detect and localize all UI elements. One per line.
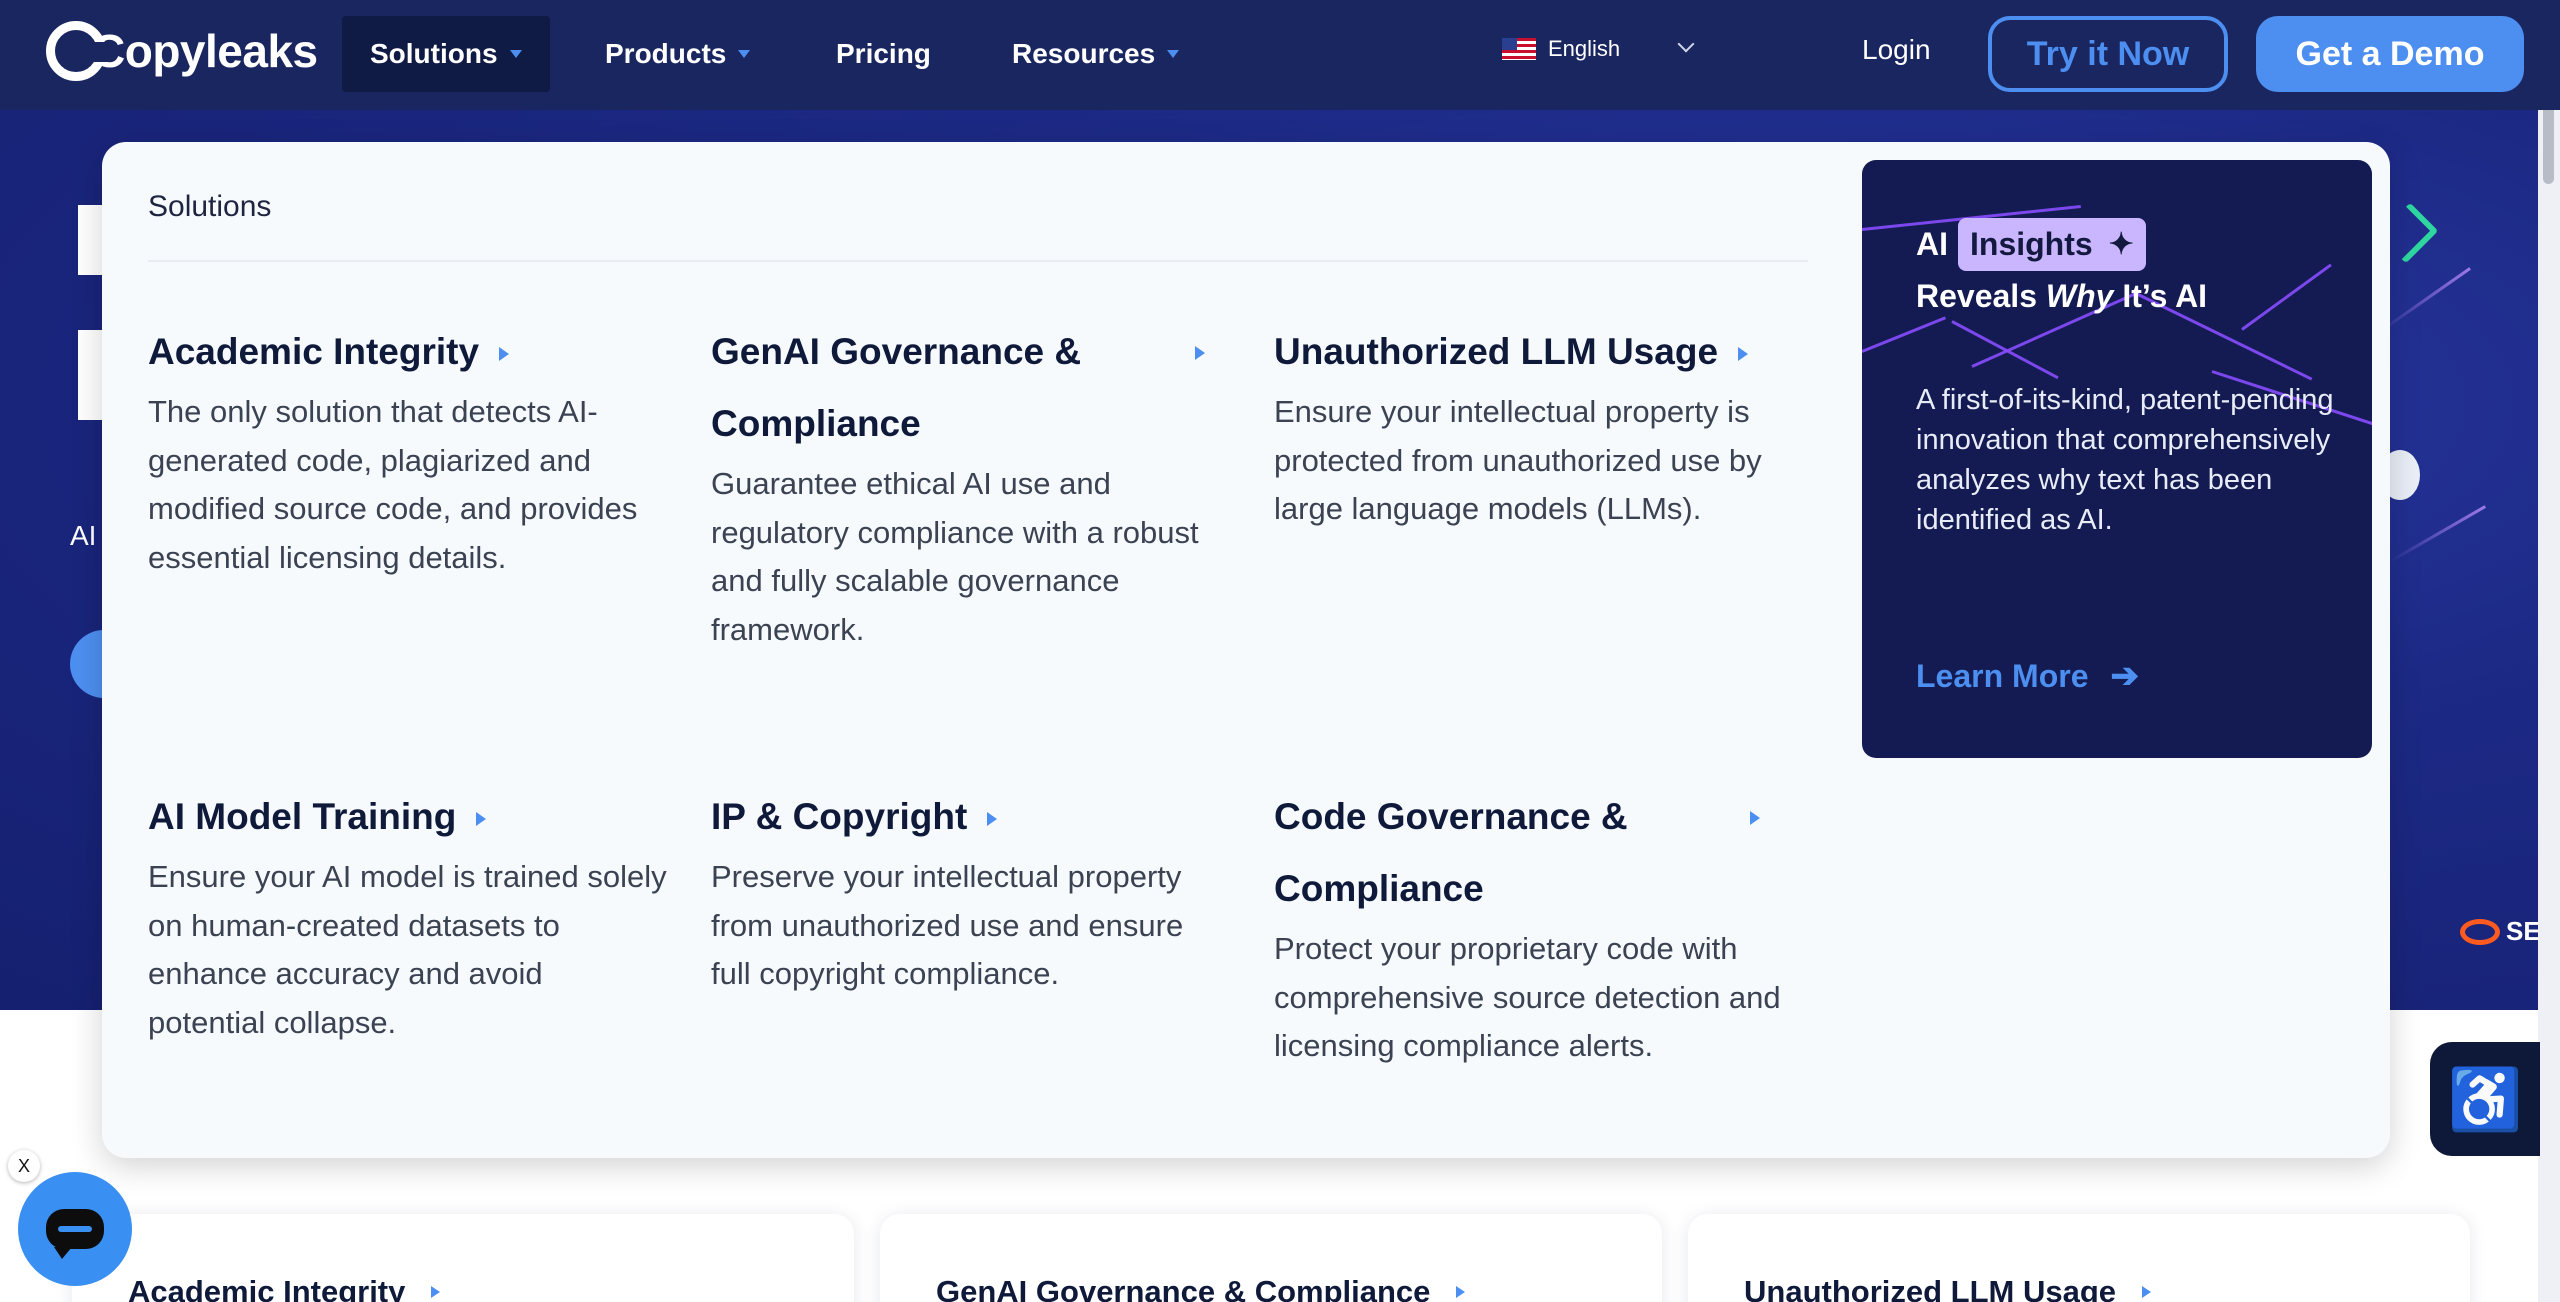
promo-description: A first-of-its-kind, patent-pending inno… — [1916, 384, 2334, 536]
menu-item-description: The only solution that detects AI-genera… — [148, 394, 638, 575]
menu-item-description: Ensure your AI model is trained solely o… — [148, 859, 667, 1040]
card-title: GenAI Governance & Compliance — [936, 1274, 1431, 1302]
chat-icon — [46, 1209, 104, 1259]
menu-item-description: Ensure your intellectual property is pro… — [1274, 394, 1762, 526]
menu-item-code-governance[interactable]: Code Governance & Compliance Protect you… — [1274, 781, 1794, 1071]
menu-item-ip-copyright[interactable]: IP & Copyright Preserve your intellectua… — [711, 781, 1231, 999]
divider — [148, 260, 1808, 262]
try-it-now-button[interactable]: Try it Now — [1988, 16, 2228, 92]
caret-right-icon — [2142, 1286, 2152, 1298]
nav-pricing[interactable]: Pricing — [836, 16, 931, 92]
top-navigation: Copyleaks Solutions Products Pricing Res… — [0, 0, 2560, 110]
flag-us-icon — [1502, 38, 1536, 60]
caret-right-icon — [987, 812, 998, 827]
caret-right-icon — [431, 1286, 441, 1298]
accessibility-icon: ♿ — [2447, 1065, 2523, 1133]
nav-solutions[interactable]: Solutions — [342, 16, 550, 92]
ai-insights-promo-card[interactable]: AI Insights ✦ Reveals Why It’s AI A firs… — [1862, 160, 2372, 758]
menu-item-unauthorized-llm[interactable]: Unauthorized LLM Usage Ensure your intel… — [1274, 316, 1794, 534]
menu-item-description: Preserve your intellectual property from… — [711, 859, 1184, 991]
nav-products[interactable]: Products — [605, 16, 751, 92]
menu-item-description: Protect your proprietary code with compr… — [1274, 931, 1781, 1063]
mega-menu-title: Solutions — [148, 190, 272, 223]
card-title: Unauthorized LLM Usage — [1744, 1274, 2117, 1302]
arrow-right-icon: ➔ — [2110, 657, 2139, 695]
menu-item-ai-model-training[interactable]: AI Model Training Ensure your AI model i… — [148, 781, 668, 1047]
promo-decoration — [2241, 263, 2332, 331]
hero-subtitle-peek: AI — [70, 520, 97, 551]
get-a-demo-button[interactable]: Get a Demo — [2256, 16, 2524, 92]
hero-headline-peek-2 — [78, 330, 104, 420]
promo-decoration — [1862, 316, 1947, 353]
caret-right-icon — [1456, 1286, 1466, 1298]
caret-right-icon — [476, 812, 487, 827]
caret-down-icon — [509, 50, 522, 58]
menu-item-academic-integrity[interactable]: Academic Integrity The only solution tha… — [148, 316, 668, 582]
login-link[interactable]: Login — [1862, 34, 1931, 66]
logo-mark-icon — [46, 21, 107, 81]
solution-card[interactable]: Unauthorized LLM Usage — [1688, 1214, 2470, 1302]
card-title: Academic Integrity — [128, 1274, 406, 1302]
solutions-mega-menu: Solutions Academic Integrity The only so… — [102, 142, 2390, 1158]
promo-subtitle: Reveals Why It’s AI — [1916, 278, 2208, 314]
menu-item-description: Guarantee ethical AI use and regulatory … — [711, 466, 1199, 647]
semrush-icon — [2460, 918, 2500, 945]
insights-pill: Insights ✦ — [1958, 218, 2146, 271]
learn-more-link[interactable]: Learn More ➔ — [1916, 656, 2139, 696]
caret-right-icon — [1750, 811, 1760, 825]
language-selector[interactable]: English — [1502, 36, 1620, 62]
caret-right-icon — [1738, 347, 1749, 362]
caret-right-icon — [1195, 346, 1205, 360]
accessibility-button[interactable]: ♿ — [2430, 1042, 2540, 1156]
hero-decoration — [2379, 267, 2471, 333]
partner-logo: SE — [2460, 916, 2541, 947]
chat-button[interactable] — [18, 1172, 132, 1286]
chevron-down-icon[interactable] — [1677, 35, 1695, 53]
caret-right-icon — [499, 347, 510, 362]
caret-down-icon — [1167, 50, 1180, 58]
hero-decoration — [2389, 505, 2487, 563]
solution-card[interactable]: Academic Integrity — [72, 1214, 854, 1302]
menu-item-genai-governance[interactable]: GenAI Governance & Compliance Guarantee … — [711, 316, 1231, 654]
page-scrollbar[interactable] — [2538, 0, 2560, 1302]
solution-card[interactable]: GenAI Governance & Compliance — [880, 1214, 1662, 1302]
caret-down-icon — [738, 50, 751, 58]
promo-title: AI Insights ✦ — [1916, 218, 2146, 271]
sparkle-icon: ✦ — [2108, 228, 2134, 261]
chat-close-button[interactable]: X — [8, 1150, 40, 1182]
nav-resources[interactable]: Resources — [1012, 16, 1180, 92]
copyleaks-logo[interactable]: Copyleaks — [46, 18, 318, 84]
